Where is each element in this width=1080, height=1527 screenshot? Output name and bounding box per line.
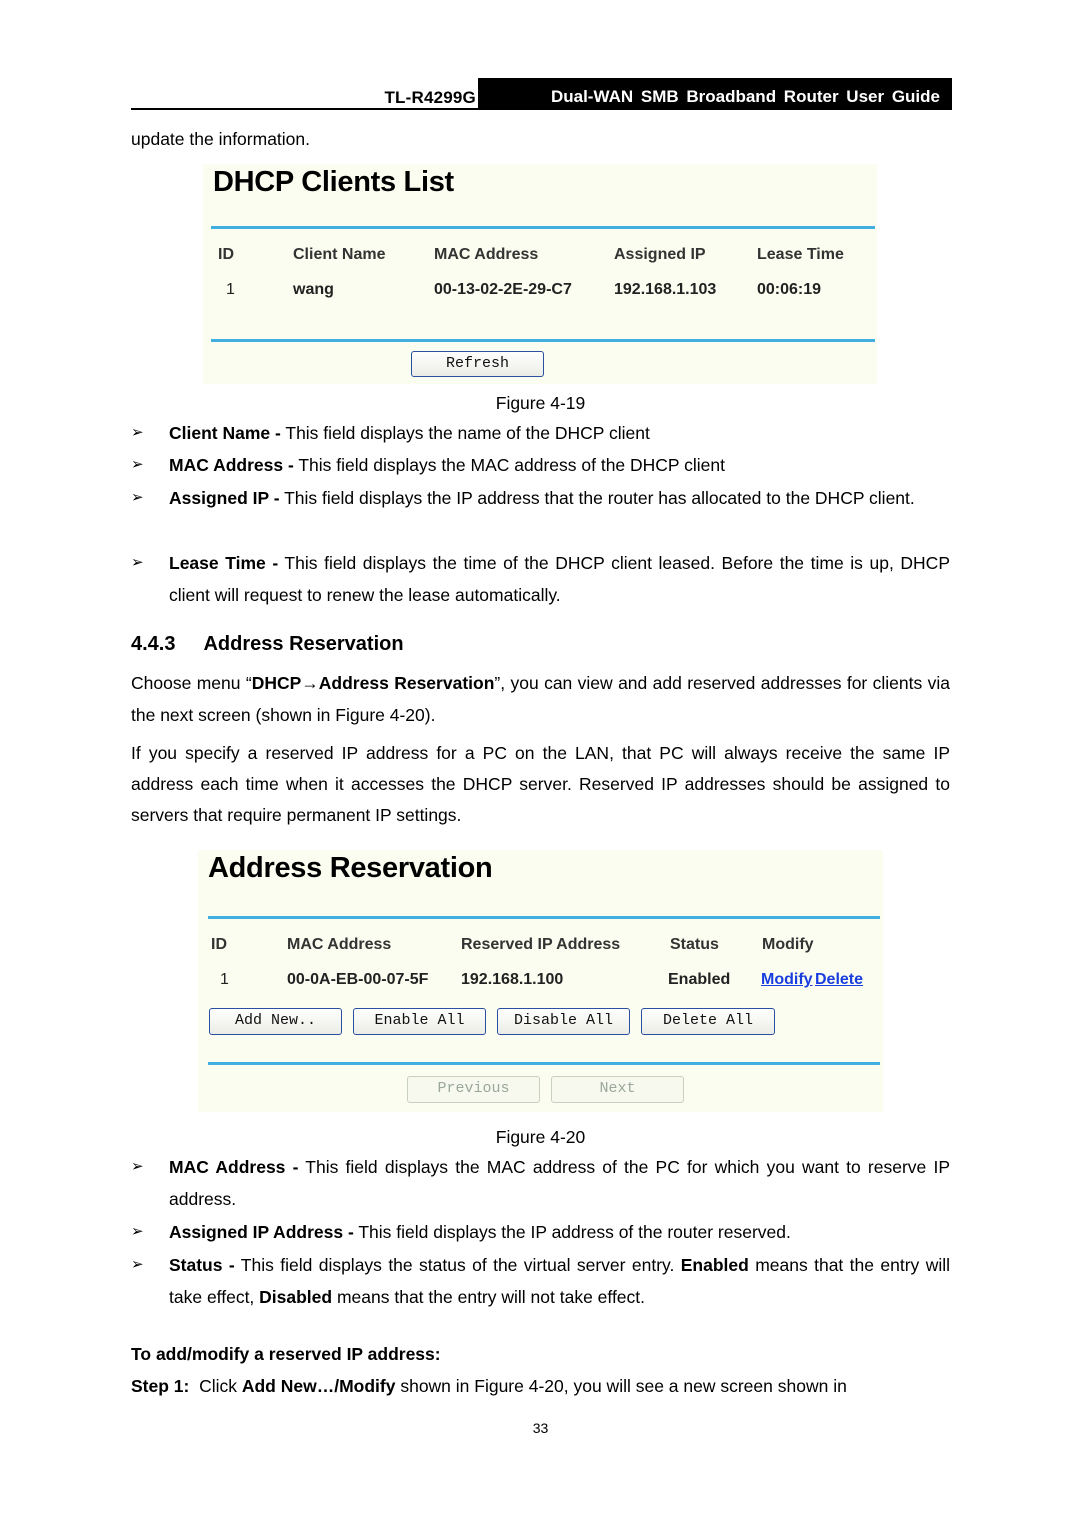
bullet-mac-address: ➢ MAC Address - This field displays the …	[131, 449, 950, 481]
bullet-lease-time: ➢ Lease Time - This field displays the t…	[131, 547, 950, 611]
procedure-heading: To add/modify a reserved IP address:	[131, 1344, 441, 1364]
section-title: Address Reservation	[203, 633, 404, 655]
bullet-arrow-icon: ➢	[131, 1256, 144, 1273]
modify-link[interactable]: Modify	[761, 971, 813, 989]
bullet-term: Client Name -	[169, 423, 281, 443]
figure-title: Address Reservation	[208, 852, 493, 884]
bullet-text: This field displays the status of the vi…	[234, 1255, 681, 1275]
header-model: TL-R4299G	[384, 88, 476, 107]
step-text: Click	[189, 1376, 242, 1396]
column-header-mac: MAC Address	[287, 936, 392, 953]
bullet-assigned-ip-address: ➢ Assigned IP Address - This field displ…	[131, 1216, 950, 1248]
page-header: TL-R4299G Dual-WAN SMB Broadband Router …	[131, 78, 952, 110]
step-action: Add New…/Modify	[241, 1376, 396, 1396]
bullet-text: means that the entry will not take effec…	[332, 1287, 646, 1307]
bullet-text: This field displays the IP address that …	[279, 488, 915, 508]
cell-assigned-ip: 192.168.1.103	[614, 281, 717, 298]
section-paragraph-1: Choose menu “DHCP→Address Reservation”, …	[131, 667, 950, 731]
column-header-lease-time: Lease Time	[757, 246, 844, 263]
cell-id: 1	[220, 971, 229, 988]
bullet-assigned-ip: ➢ Assigned IP - This field displays the …	[131, 482, 950, 514]
section-paragraph-2: If you specify a reserved IP address for…	[131, 743, 950, 825]
bullet-arrow-icon: ➢	[131, 554, 144, 571]
column-header-reserved-ip: Reserved IP Address	[461, 936, 621, 953]
bullet-term: Status -	[169, 1255, 235, 1275]
menu-path: DHCP→Address Reservation	[251, 673, 495, 693]
step-label: Step 1:	[131, 1376, 190, 1396]
section-heading: 4.4.3 Address Reservation	[131, 628, 950, 660]
cell-client-name: wang	[293, 281, 334, 298]
enable-all-button[interactable]: Enable All	[353, 1008, 486, 1035]
bullet-term: Disabled	[259, 1287, 333, 1307]
figure-caption-4-19: Figure 4-19	[495, 393, 586, 413]
cell-mac: 00-13-02-2E-29-C7	[434, 281, 572, 298]
bullet-text: This field displays the time of the DHCP…	[169, 553, 950, 605]
cell-reserved-ip: 192.168.1.100	[461, 971, 564, 988]
refresh-button[interactable]: Refresh	[411, 351, 544, 377]
disable-all-button[interactable]: Disable All	[497, 1008, 630, 1035]
delete-link[interactable]: Delete	[815, 971, 863, 989]
cell-id: 1	[226, 281, 235, 298]
figure-title: DHCP Clients List	[213, 166, 454, 198]
column-header-id: ID	[218, 246, 234, 263]
bullet-term: MAC Address -	[169, 1157, 299, 1177]
header-title: Dual-WAN SMB Broadband Router User Guide	[478, 78, 952, 110]
column-header-mac: MAC Address	[434, 246, 539, 263]
bullet-term: MAC Address -	[169, 455, 294, 475]
cell-mac: 00-0A-EB-00-07-5F	[287, 971, 429, 988]
step-text: shown in Figure 4-20, you will see a new…	[395, 1376, 847, 1396]
bullet-term: Assigned IP Address -	[169, 1222, 354, 1242]
bullet-arrow-icon: ➢	[131, 456, 144, 473]
bullet-arrow-icon: ➢	[131, 424, 144, 441]
column-header-assigned-ip: Assigned IP	[614, 246, 706, 263]
section-number: 4.4.3	[131, 633, 176, 655]
cell-lease-time: 00:06:19	[757, 281, 822, 298]
bullet-term: Enabled	[680, 1255, 749, 1275]
delete-all-button[interactable]: Delete All	[641, 1008, 775, 1035]
para-text: Choose menu “	[131, 673, 252, 693]
figure-rule-bottom	[208, 1062, 880, 1065]
figure-caption-4-20: Figure 4-20	[495, 1127, 586, 1147]
dhcp-clients-figure: DHCP Clients List ID Client Name MAC Add…	[203, 164, 877, 384]
bullet-term: Assigned IP -	[169, 488, 280, 508]
figure-rule-top	[208, 916, 880, 919]
bullet-term: Lease Time -	[169, 553, 279, 573]
procedure-step-1: Step 1: Click Add New…/Modify shown in F…	[131, 1370, 950, 1402]
figure-rule-top	[211, 226, 875, 229]
next-button[interactable]: Next	[551, 1076, 684, 1103]
bullet-mac-address-reserve: ➢ MAC Address - This field displays the …	[131, 1151, 950, 1215]
header-rule	[131, 108, 952, 110]
previous-button[interactable]: Previous	[407, 1076, 540, 1103]
bullet-arrow-icon: ➢	[131, 1158, 144, 1175]
intro-text: update the information.	[131, 129, 311, 149]
page-number: 33	[532, 1420, 549, 1436]
column-header-client-name: Client Name	[293, 246, 386, 263]
bullet-arrow-icon: ➢	[131, 489, 144, 506]
bullet-client-name: ➢ Client Name - This field displays the …	[131, 417, 950, 449]
address-reservation-figure: Address Reservation ID MAC Address Reser…	[198, 850, 883, 1112]
bullet-text: This field displays the IP address of th…	[353, 1222, 791, 1242]
cell-status: Enabled	[668, 971, 731, 988]
add-new-button[interactable]: Add New..	[209, 1008, 342, 1035]
column-header-modify: Modify	[762, 936, 814, 953]
column-header-id: ID	[211, 936, 227, 953]
column-header-status: Status	[670, 936, 719, 953]
bullet-text: This field displays the name of the DHCP…	[280, 423, 650, 443]
bullet-status: ➢ Status - This field displays the statu…	[131, 1249, 950, 1313]
bullet-arrow-icon: ➢	[131, 1223, 144, 1240]
bullet-text: This field displays the MAC address of t…	[293, 455, 726, 475]
figure-rule-bottom	[211, 339, 875, 342]
